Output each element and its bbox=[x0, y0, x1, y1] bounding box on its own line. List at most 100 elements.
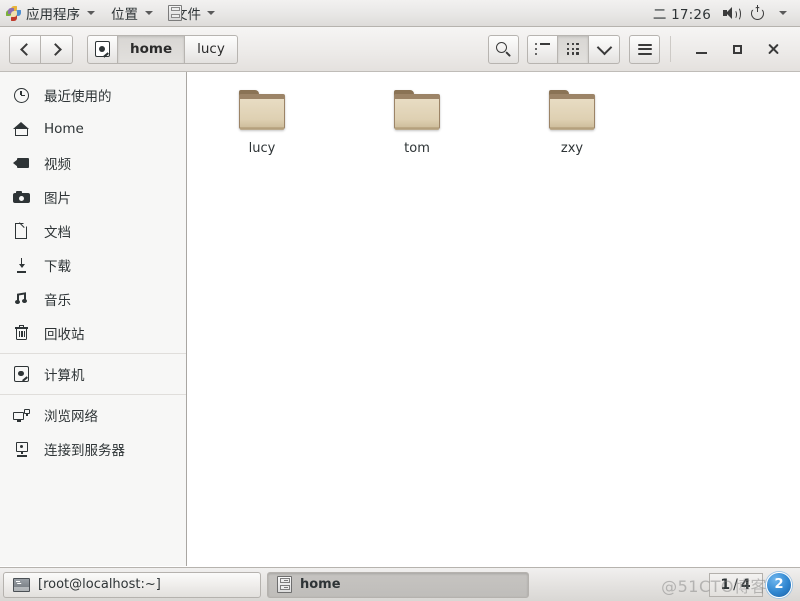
sidebar-item-documents[interactable]: 文档 bbox=[0, 214, 186, 248]
sidebar: 最近使用的 Home 视频 图片 文档 下载 音乐 回收站 计算机 浏览网络 连… bbox=[0, 72, 187, 566]
sidebar-item-label: 下载 bbox=[44, 259, 71, 275]
navigation-buttons bbox=[9, 34, 73, 64]
view-options-button[interactable] bbox=[589, 34, 620, 64]
server-icon bbox=[13, 441, 30, 458]
window-list-item-files[interactable]: 文件 bbox=[161, 0, 222, 26]
file-item[interactable]: zxy bbox=[517, 82, 627, 156]
terminal-icon bbox=[13, 577, 30, 592]
taskbar-item-home[interactable]: home bbox=[267, 571, 529, 598]
sidebar-item-music[interactable]: 音乐 bbox=[0, 282, 186, 316]
minimize-button[interactable] bbox=[683, 36, 719, 62]
forward-button[interactable] bbox=[41, 34, 73, 64]
toolbar-right-group bbox=[488, 34, 791, 64]
camera-icon bbox=[13, 189, 30, 206]
breadcrumb-item-home[interactable]: home bbox=[118, 34, 186, 64]
gnome-pinwheel-icon bbox=[6, 5, 21, 21]
breadcrumb: home lucy bbox=[87, 34, 238, 64]
chevron-down-icon bbox=[87, 11, 95, 15]
chevron-right-icon bbox=[48, 42, 62, 56]
sidebar-item-computer[interactable]: 计算机 bbox=[0, 357, 186, 391]
taskbar-item-label: home bbox=[300, 577, 341, 592]
volume-icon bbox=[723, 6, 741, 21]
file-item-label: lucy bbox=[248, 141, 276, 156]
grid-view-button[interactable] bbox=[558, 34, 589, 64]
file-item-label: tom bbox=[404, 141, 430, 156]
app-menu-button[interactable] bbox=[629, 34, 660, 64]
chevron-down-icon bbox=[596, 39, 612, 55]
file-manager-toolbar: home lucy bbox=[0, 27, 800, 72]
hamburger-menu-icon bbox=[637, 43, 652, 55]
download-icon bbox=[13, 257, 30, 274]
home-icon bbox=[13, 121, 30, 138]
document-icon bbox=[13, 222, 30, 240]
sidebar-item-browse-network[interactable]: 浏览网络 bbox=[0, 398, 186, 432]
clock[interactable]: 二 17:26 bbox=[647, 3, 717, 23]
list-view-button[interactable] bbox=[527, 34, 558, 64]
sidebar-item-connect-to-server[interactable]: 连接到服务器 bbox=[0, 432, 186, 466]
view-mode-buttons bbox=[527, 34, 620, 64]
minimize-icon bbox=[695, 51, 707, 54]
taskbar-right-area: @51CTO博客 1 / 4 2 bbox=[661, 571, 797, 598]
sidebar-item-label: 文档 bbox=[44, 225, 71, 241]
top-panel: 应用程序 位置 文件 二 17:26 bbox=[0, 0, 800, 27]
back-button[interactable] bbox=[9, 34, 41, 64]
places-menu[interactable]: 位置 bbox=[103, 0, 161, 26]
sidebar-item-downloads[interactable]: 下载 bbox=[0, 248, 186, 282]
workspace-switcher[interactable]: 1 / 4 bbox=[709, 572, 763, 597]
network-icon bbox=[13, 407, 30, 424]
list-view-icon bbox=[535, 42, 550, 56]
file-cabinet-icon bbox=[277, 576, 292, 593]
chevron-down-icon bbox=[207, 11, 215, 15]
sidebar-item-recent[interactable]: 最近使用的 bbox=[0, 78, 186, 112]
sidebar-item-label: 最近使用的 bbox=[44, 89, 112, 105]
system-menu-button[interactable] bbox=[745, 0, 771, 26]
sidebar-item-home[interactable]: Home bbox=[0, 112, 186, 146]
drive-icon bbox=[95, 41, 110, 57]
workspace-separator: / bbox=[733, 576, 739, 593]
applications-menu[interactable]: 应用程序 bbox=[0, 0, 103, 26]
clock-icon bbox=[13, 87, 30, 104]
window-body: 最近使用的 Home 视频 图片 文档 下载 音乐 回收站 计算机 浏览网络 连… bbox=[0, 72, 800, 566]
search-button[interactable] bbox=[488, 34, 519, 64]
top-panel-right: 二 17:26 bbox=[647, 0, 800, 26]
taskbar-item-label: [root@localhost:~] bbox=[38, 577, 161, 592]
sidebar-item-label: 回收站 bbox=[44, 327, 85, 343]
maximize-button[interactable] bbox=[719, 36, 755, 62]
sidebar-item-trash[interactable]: 回收站 bbox=[0, 316, 186, 350]
file-cabinet-icon bbox=[168, 5, 182, 21]
taskbar: [root@localhost:~] home @51CTO博客 1 / 4 2 bbox=[0, 567, 800, 601]
sidebar-item-label: 视频 bbox=[44, 157, 71, 173]
sidebar-item-label: 图片 bbox=[44, 191, 71, 207]
breadcrumb-item-lucy[interactable]: lucy bbox=[185, 34, 238, 64]
breadcrumb-item-drive[interactable] bbox=[87, 34, 118, 64]
chevron-down-icon bbox=[145, 11, 153, 15]
sidebar-item-label: 音乐 bbox=[44, 293, 71, 309]
sidebar-separator bbox=[0, 353, 186, 354]
file-manager-window: home lucy 最近使用的 Home 视频 图片 文档 下载 音乐 回收站 … bbox=[0, 27, 800, 567]
file-item[interactable]: tom bbox=[362, 82, 472, 156]
sidebar-item-label: 计算机 bbox=[44, 368, 85, 384]
taskbar-item-terminal[interactable]: [root@localhost:~] bbox=[3, 571, 261, 598]
chevron-left-icon bbox=[20, 42, 33, 56]
sidebar-item-pictures[interactable]: 图片 bbox=[0, 180, 186, 214]
file-item-label: zxy bbox=[560, 141, 584, 156]
music-icon bbox=[13, 291, 30, 308]
applications-menu-label: 应用程序 bbox=[26, 7, 80, 23]
power-icon bbox=[751, 5, 765, 20]
close-icon bbox=[767, 43, 779, 55]
top-panel-left: 应用程序 位置 文件 bbox=[0, 0, 222, 26]
system-menu-expander[interactable] bbox=[771, 0, 793, 26]
sidebar-item-label: 连接到服务器 bbox=[44, 443, 125, 459]
sidebar-separator bbox=[0, 394, 186, 395]
sidebar-item-videos[interactable]: 视频 bbox=[0, 146, 186, 180]
places-menu-label: 位置 bbox=[111, 7, 138, 23]
notification-badge[interactable]: 2 bbox=[766, 571, 792, 598]
file-list-view[interactable]: lucy tom zxy bbox=[187, 72, 800, 566]
file-item[interactable]: lucy bbox=[207, 82, 317, 156]
volume-button[interactable] bbox=[717, 0, 745, 26]
sidebar-item-label: Home bbox=[44, 121, 84, 137]
grid-view-icon bbox=[567, 43, 579, 55]
video-icon bbox=[13, 155, 30, 172]
folder-icon bbox=[238, 90, 286, 132]
close-button[interactable] bbox=[755, 36, 791, 62]
